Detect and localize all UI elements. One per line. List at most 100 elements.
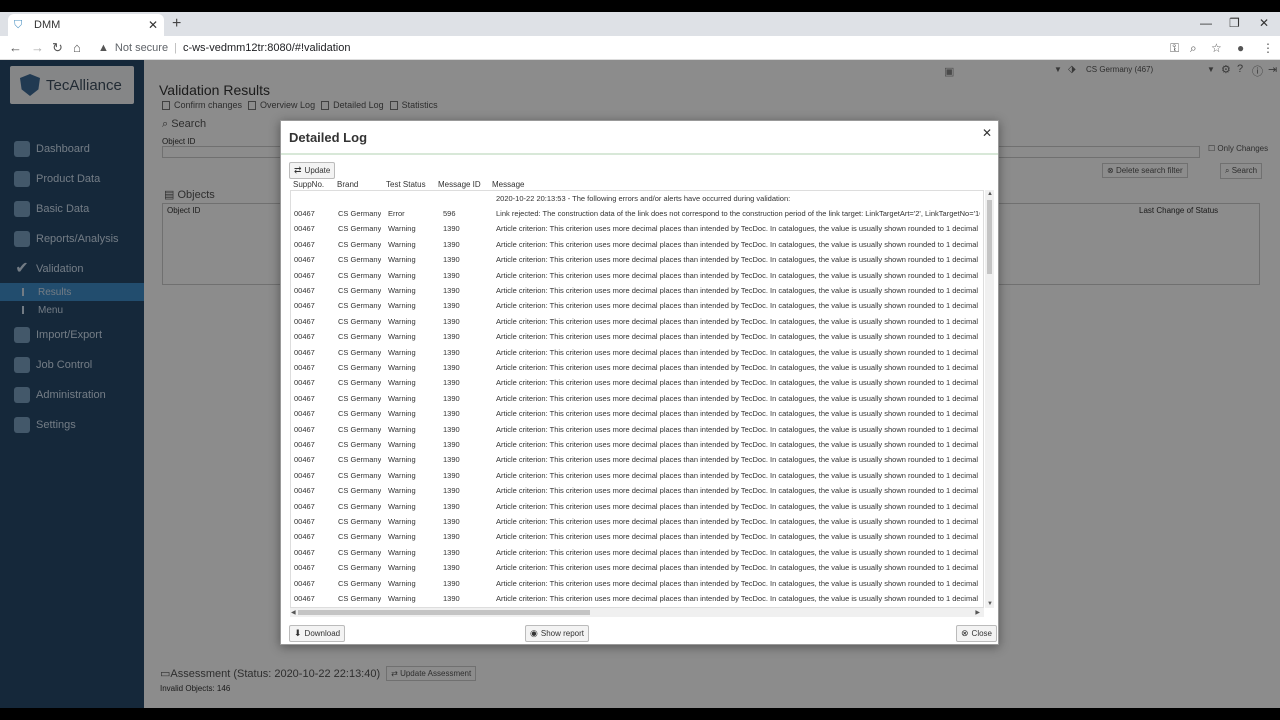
cell-test-status: Warning — [388, 363, 416, 372]
cell-brand: CS Germany — [338, 578, 382, 588]
log-row[interactable]: 00467 CS Germany Warning 1390 Article criter… — [291, 514, 983, 529]
download-label: Download — [304, 629, 341, 638]
back-icon[interactable]: ← — [9, 40, 22, 55]
horizontal-scrollbar[interactable]: ◀ ▶ — [290, 608, 984, 617]
log-row[interactable]: 00467 CS Germany Warning 1390 Article criter… — [291, 529, 983, 544]
col-header-suppno[interactable]: SuppNo. — [293, 180, 324, 189]
reload-icon[interactable]: ↻ — [52, 40, 63, 56]
col-header-brand[interactable]: Brand — [337, 180, 358, 189]
profile-icon[interactable]: ● — [1237, 41, 1244, 55]
cell-brand: CS Germany — [338, 440, 382, 449]
col-header-message-id[interactable]: Message ID — [438, 180, 481, 189]
log-row[interactable]: 00467 CS Germany Warning 1390 Article criter… — [291, 406, 983, 421]
cell-suppno: 00467 — [294, 224, 315, 234]
cell-brand: CS Germany — [338, 255, 382, 265]
vertical-scrollbar[interactable]: ▲ ▼ — [985, 190, 994, 608]
home-icon[interactable]: ⌂ — [73, 40, 81, 55]
download-button[interactable]: ⬇ Download — [289, 625, 346, 642]
cell-brand: CS Germany — [338, 393, 382, 403]
cell-brand: CS Germany — [338, 424, 382, 434]
browser-tab[interactable]: ⛉ DMM ✕ — [8, 14, 164, 36]
log-row[interactable]: 00467 CS Germany Warning 1390 Article criter… — [291, 483, 983, 498]
star-icon[interactable]: ☆ — [1211, 41, 1222, 55]
forward-icon[interactable]: → — [31, 40, 44, 55]
cell-brand: CS Germany — [338, 470, 382, 480]
log-row[interactable]: 00467 CS Germany Warning 1390 Article criter… — [291, 298, 983, 313]
cell-message-id: 1390 — [443, 393, 460, 403]
scroll-up-icon[interactable]: ▲ — [987, 191, 993, 197]
cell-suppno: 00467 — [294, 532, 315, 542]
log-grid: SuppNo. Brand Test Status Message ID Mes… — [290, 178, 994, 620]
log-row[interactable]: 00467 CS Germany Warning 1390 Article criter… — [291, 360, 983, 375]
col-header-test-status[interactable]: Test Status — [386, 180, 426, 189]
log-row[interactable]: 00467 CS Germany Warning 1390 Article criter… — [291, 452, 983, 467]
cell-brand: CS Germany — [338, 547, 382, 557]
log-row[interactable]: 00467 CS Germany Warning 1390 Article criter… — [291, 499, 983, 514]
log-row[interactable]: 00467 CS Germany Error 596 Link rejected: Th… — [291, 206, 983, 221]
log-row[interactable]: 00467 CS Germany Warning 1390 Article criter… — [291, 345, 983, 360]
log-row[interactable]: 00467 CS Germany Warning 1390 Article criter… — [291, 237, 983, 252]
toolbar-row: ← → ↻ ⌂ ▲ Not secure | c-ws-vedmm12tr:80… — [0, 36, 1280, 60]
menu-icon[interactable]: ⋮ — [1262, 41, 1274, 55]
log-row[interactable]: 00467 CS Germany Warning 1390 Article criter… — [291, 576, 983, 591]
show-report-label: Show report — [540, 629, 584, 638]
cell-test-status: Warning — [388, 578, 416, 588]
divider — [281, 153, 998, 155]
cell-message: Article criterion: This criterion uses m… — [496, 532, 980, 542]
cell-message: Article criterion: This criterion uses m… — [496, 224, 980, 234]
col-header-message[interactable]: Message — [492, 180, 524, 189]
key-icon[interactable]: ⚿ — [1170, 41, 1179, 56]
cell-suppno: 00467 — [294, 547, 315, 557]
log-row[interactable]: 00467 CS Germany Warning 1390 Article criter… — [291, 329, 983, 344]
log-row[interactable]: 00467 CS Germany Warning 1390 Article criter… — [291, 422, 983, 437]
close-tab-icon[interactable]: ✕ — [148, 18, 158, 32]
address-bar[interactable]: ▲ Not secure | c-ws-vedmm12tr:8080/#!val… — [98, 39, 350, 57]
refresh-icon: ⇄ — [294, 165, 302, 175]
log-row[interactable]: 00467 CS Germany Warning 1390 Article criter… — [291, 437, 983, 452]
show-report-button[interactable]: ◉ Show report — [525, 625, 589, 642]
cell-brand: CS Germany — [338, 239, 382, 249]
close-button[interactable]: ⊗ Close — [956, 625, 997, 642]
log-row[interactable]: 00467 CS Germany Warning 1390 Article criter… — [291, 283, 983, 298]
scroll-right-icon[interactable]: ▶ — [975, 609, 980, 616]
cell-message-id: 1390 — [443, 547, 460, 557]
url-text: c-ws-vedmm12tr:8080/#!validation — [182, 42, 351, 54]
log-row[interactable]: 00467 CS Germany Warning 1390 Article criter… — [291, 591, 983, 606]
vertical-scroll-thumb[interactable] — [987, 200, 992, 274]
log-row[interactable]: 00467 CS Germany Warning 1390 Article criter… — [291, 375, 983, 390]
horizontal-scroll-thumb[interactable] — [298, 610, 590, 615]
cell-suppno: 00467 — [294, 563, 315, 573]
cell-message: Article criterion: This criterion uses m… — [496, 393, 980, 403]
window-close-icon[interactable]: ✕ — [1259, 16, 1269, 30]
cell-suppno: 00467 — [294, 332, 315, 342]
minimize-icon[interactable]: — — [1200, 16, 1212, 30]
cell-message-id: 1390 — [443, 578, 460, 588]
cell-message-id: 1390 — [443, 409, 460, 419]
cell-message-id: 1390 — [443, 332, 460, 342]
log-row[interactable]: 00467 CS Germany Warning 1390 Article criter… — [291, 268, 983, 283]
dialog-close-icon[interactable]: ✕ — [982, 126, 992, 140]
log-row[interactable]: 00467 CS Germany Warning 1390 Article criter… — [291, 391, 983, 406]
log-row[interactable]: 00467 CS Germany Warning 1390 Article criter… — [291, 252, 983, 267]
new-tab-icon[interactable]: + — [172, 15, 181, 33]
cell-suppno: 00467 — [294, 378, 315, 388]
log-row[interactable]: 00467 CS Germany Warning 1390 Article criter… — [291, 545, 983, 560]
grid-body[interactable]: 2020-10-22 20:13:53 - The following erro… — [290, 190, 984, 608]
cell-brand: CS Germany — [338, 409, 382, 419]
log-row[interactable]: 00467 CS Germany Warning 1390 Article criter… — [291, 314, 983, 329]
log-row[interactable]: 00467 CS Germany Warning 1390 Article criter… — [291, 468, 983, 483]
security-label: Not secure — [114, 42, 169, 54]
log-row[interactable]: 00467 CS Germany Warning 1390 Article criter… — [291, 560, 983, 575]
cell-message: Article criterion: This criterion uses m… — [496, 547, 980, 557]
cell-message-id: 1390 — [443, 378, 460, 388]
cell-brand: CS Germany — [338, 594, 382, 603]
zoom-icon[interactable]: ⌕ — [1190, 41, 1197, 56]
update-button[interactable]: ⇄ Update — [289, 162, 336, 179]
scroll-down-icon[interactable]: ▼ — [987, 601, 993, 607]
scroll-left-icon[interactable]: ◀ — [291, 609, 296, 616]
cell-message-id: 1390 — [443, 224, 460, 234]
log-row[interactable]: 00467 CS Germany Warning 1390 Article criter… — [291, 221, 983, 236]
cell-message-id: 1390 — [443, 270, 460, 280]
restore-icon[interactable]: ❐ — [1229, 16, 1240, 30]
cell-suppno: 00467 — [294, 393, 315, 403]
